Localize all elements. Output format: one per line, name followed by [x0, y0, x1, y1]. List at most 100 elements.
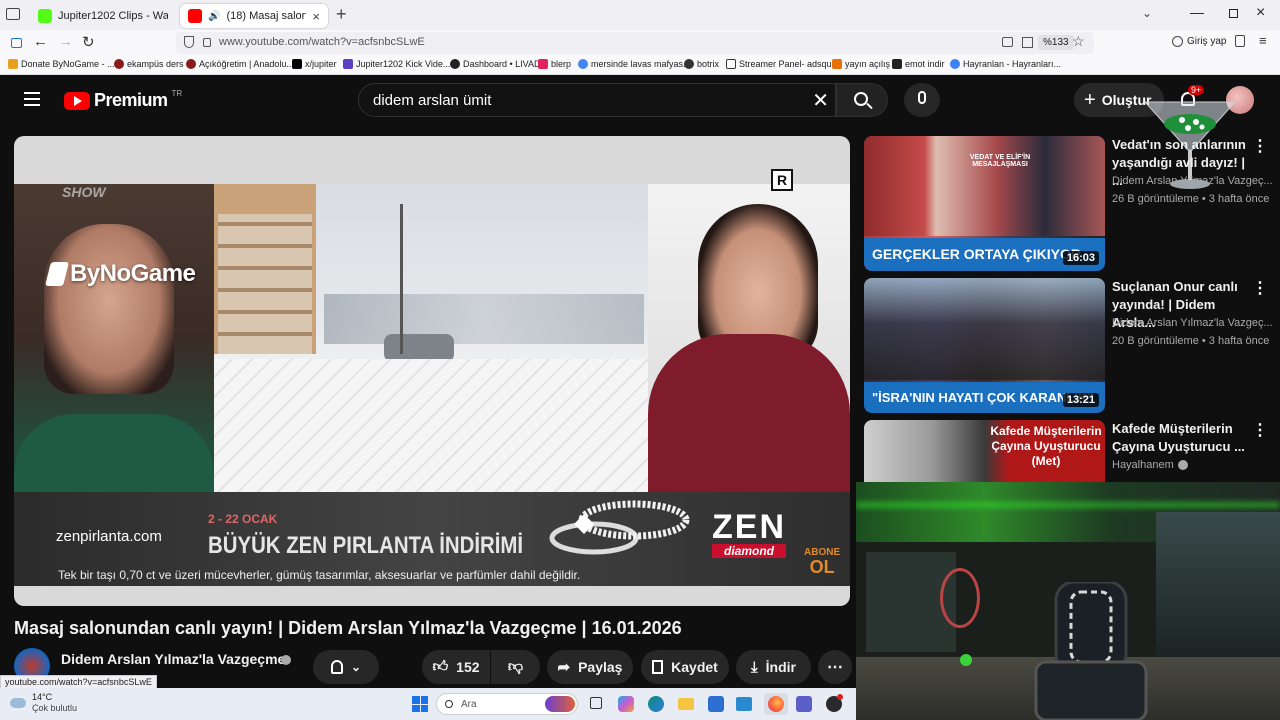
- bookmark-icon: [652, 660, 664, 674]
- like-button[interactable]: 👍︎ 152: [422, 650, 490, 684]
- rec-title[interactable]: Kafede Müşterilerin Çayına Uyuşturucu ..…: [1112, 420, 1252, 456]
- bookmark-item[interactable]: yayın açılış: [832, 59, 890, 69]
- search-query: didem arslan ümit: [373, 92, 492, 109]
- edge-icon[interactable]: [648, 696, 664, 712]
- search-input[interactable]: didem arslan ümit ✕: [358, 83, 836, 117]
- bookmark-item[interactable]: blerp: [538, 59, 571, 69]
- save-button[interactable]: Kaydet: [641, 650, 729, 684]
- rec-channel[interactable]: Didem Arslan Yılmaz'la Vazgeç...: [1112, 317, 1273, 329]
- bookmark-item[interactable]: x/jupiter: [292, 59, 337, 69]
- dislike-button[interactable]: 👎︎: [491, 650, 540, 684]
- logo-text: Premium: [94, 90, 168, 110]
- ekampus-icon: [114, 59, 124, 69]
- url-bar[interactable]: www.youtube.com/watch?v=acfsnbcSLwE %133…: [176, 32, 1094, 54]
- rec-thumbnail[interactable]: VEDAT VE ELİF'İN MESAJLAŞMASI GERÇEKLER …: [864, 136, 1105, 271]
- video-title: Masaj salonundan canlı yayın! | Didem Ar…: [14, 618, 682, 638]
- tab-youtube-active[interactable]: 🔊 (18) Masaj salonundan canl ×: [180, 4, 328, 28]
- zen-brand: ZEN: [712, 508, 786, 546]
- zen-brand-sub: diamond: [712, 544, 786, 558]
- back-button[interactable]: ←: [33, 33, 48, 50]
- clear-search-icon[interactable]: ✕: [812, 88, 829, 113]
- teams-icon[interactable]: [796, 696, 812, 712]
- forward-button[interactable]: →: [58, 33, 73, 50]
- close-tab-icon[interactable]: ×: [312, 9, 320, 24]
- ad-disclaimer: Tek bir taşı 0,70 ct ve üzeri mücevherle…: [58, 568, 581, 582]
- bookmark-item[interactable]: Streamer Panel- adsqu...: [726, 59, 839, 69]
- tab-jupiter-clips[interactable]: Jupiter1202 Clips - Watch Live c: [30, 4, 176, 28]
- hamburger-menu-icon[interactable]: [24, 92, 40, 106]
- copilot-icon[interactable]: [618, 696, 634, 712]
- address-toolbar: ← → ↻ www.youtube.com/watch?v=acfsnbcSLw…: [0, 30, 1280, 56]
- rings-image: [549, 500, 690, 555]
- file-explorer-icon[interactable]: [678, 698, 694, 710]
- bookmark-label: Açıköğretim | Anadolu...: [199, 59, 294, 69]
- reload-button[interactable]: ↻: [82, 33, 95, 51]
- taskbar-search[interactable]: Ara: [436, 693, 578, 715]
- close-window-button[interactable]: ×: [1256, 4, 1265, 22]
- bookmark-item[interactable]: emot indir: [892, 59, 945, 69]
- bookmark-item[interactable]: mersinde lavas mafyas...: [578, 59, 691, 69]
- signin-button[interactable]: Giriş yap: [1172, 36, 1226, 47]
- weather-temp: 14°C: [32, 692, 53, 702]
- speaker-icon[interactable]: 🔊: [208, 11, 220, 22]
- bookmark-star-icon[interactable]: ☆: [1072, 33, 1085, 50]
- streamer-panel-icon: [726, 59, 736, 69]
- more-actions-button[interactable]: ⋯: [818, 650, 852, 684]
- minimize-button[interactable]: —: [1190, 4, 1204, 20]
- rec-more-icon[interactable]: ⋮: [1252, 420, 1268, 440]
- sidebar-toggle-icon[interactable]: [11, 38, 22, 48]
- weather-widget[interactable]: 14°C Çok bulutlu: [10, 692, 77, 714]
- bookmark-label: Hayranlan - Hayranları...: [963, 59, 1062, 69]
- shield-icon[interactable]: [184, 36, 194, 48]
- new-tab-button[interactable]: +: [336, 4, 347, 25]
- bookmark-item[interactable]: Donate ByNoGame - ...: [8, 59, 115, 69]
- channel-name[interactable]: Didem Arslan Yılmaz'la Vazgeçme: [61, 651, 285, 667]
- bookmark-item[interactable]: Dashboard • LIVAD: [450, 59, 541, 69]
- url-text[interactable]: www.youtube.com/watch?v=acfsnbcSLwE: [219, 36, 425, 48]
- like-count: 152: [456, 659, 480, 675]
- bookmark-label: ekampüs ders: [127, 59, 184, 69]
- screenshot-icon[interactable]: [1002, 37, 1013, 47]
- maximize-button[interactable]: [1229, 9, 1238, 18]
- voice-search-button[interactable]: [904, 83, 940, 117]
- subscribed-bell-button[interactable]: ⌄: [313, 650, 379, 684]
- ad-banner[interactable]: zenpirlanta.com 2 - 22 OCAK BÜYÜK ZEN PI…: [14, 492, 850, 586]
- taskbar-search-placeholder: Ara: [461, 698, 477, 710]
- rec-channel[interactable]: Didem Arslan Yılmaz'la Vazgeç...: [1112, 175, 1273, 187]
- share-button[interactable]: ➦ Paylaş: [547, 650, 633, 684]
- bookmark-item[interactable]: Hayranlan - Hayranları...: [950, 59, 1061, 69]
- windows-start-icon[interactable]: [412, 696, 428, 712]
- rec-channel[interactable]: Hayalhanem: [1112, 459, 1272, 471]
- video-player[interactable]: SHOW ByNoGame R zenpirlanta.com 2 - 22 O…: [14, 136, 850, 606]
- search-button[interactable]: [836, 83, 888, 117]
- bookmark-label: Streamer Panel- adsqu...: [739, 59, 840, 69]
- firefox-icon[interactable]: [764, 693, 788, 715]
- download-button[interactable]: ⤓ İndir: [736, 650, 811, 684]
- rec-thumbnail[interactable]: "İSRA'NIN HAYATI ÇOK KARANLIK" 13:21: [864, 278, 1105, 413]
- youtube-logo[interactable]: Premium TR: [64, 89, 182, 111]
- zoom-level[interactable]: %133: [1038, 35, 1074, 50]
- bookmark-label: Donate ByNoGame - ...: [21, 59, 115, 69]
- bookmark-item[interactable]: Açıköğretim | Anadolu...: [186, 59, 294, 69]
- anadolu-icon: [186, 59, 196, 69]
- ad-dates: 2 - 22 OCAK: [208, 512, 278, 526]
- share-label: Paylaş: [578, 659, 623, 675]
- rec-thumbnail[interactable]: Kafede Müşterilerin Çayına Uyuşturucu (M…: [864, 420, 1105, 482]
- reader-view-icon[interactable]: [1022, 37, 1033, 48]
- rec-more-icon[interactable]: ⋮: [1252, 278, 1268, 298]
- menu-icon[interactable]: ≡: [1259, 33, 1267, 48]
- remote-desktop-icon[interactable]: [736, 697, 752, 711]
- rec-more-icon[interactable]: ⋮: [1252, 136, 1268, 156]
- task-view-icon[interactable]: [590, 697, 602, 709]
- lock-icon[interactable]: [203, 38, 211, 47]
- x-icon: [292, 59, 302, 69]
- youtube-icon: [188, 9, 202, 23]
- tab-list-icon[interactable]: [6, 8, 20, 20]
- tab-dropdown-icon[interactable]: ⌄: [1142, 6, 1152, 20]
- bookmark-item[interactable]: ekampüs ders: [114, 59, 184, 69]
- bookmark-label: yayın açılış: [845, 59, 891, 69]
- extensions-icon[interactable]: [1235, 35, 1245, 47]
- bookmark-item[interactable]: botrix: [684, 59, 719, 69]
- bookmark-item[interactable]: Jupiter1202 Kick Vide...: [343, 59, 450, 69]
- store-icon[interactable]: [708, 696, 724, 712]
